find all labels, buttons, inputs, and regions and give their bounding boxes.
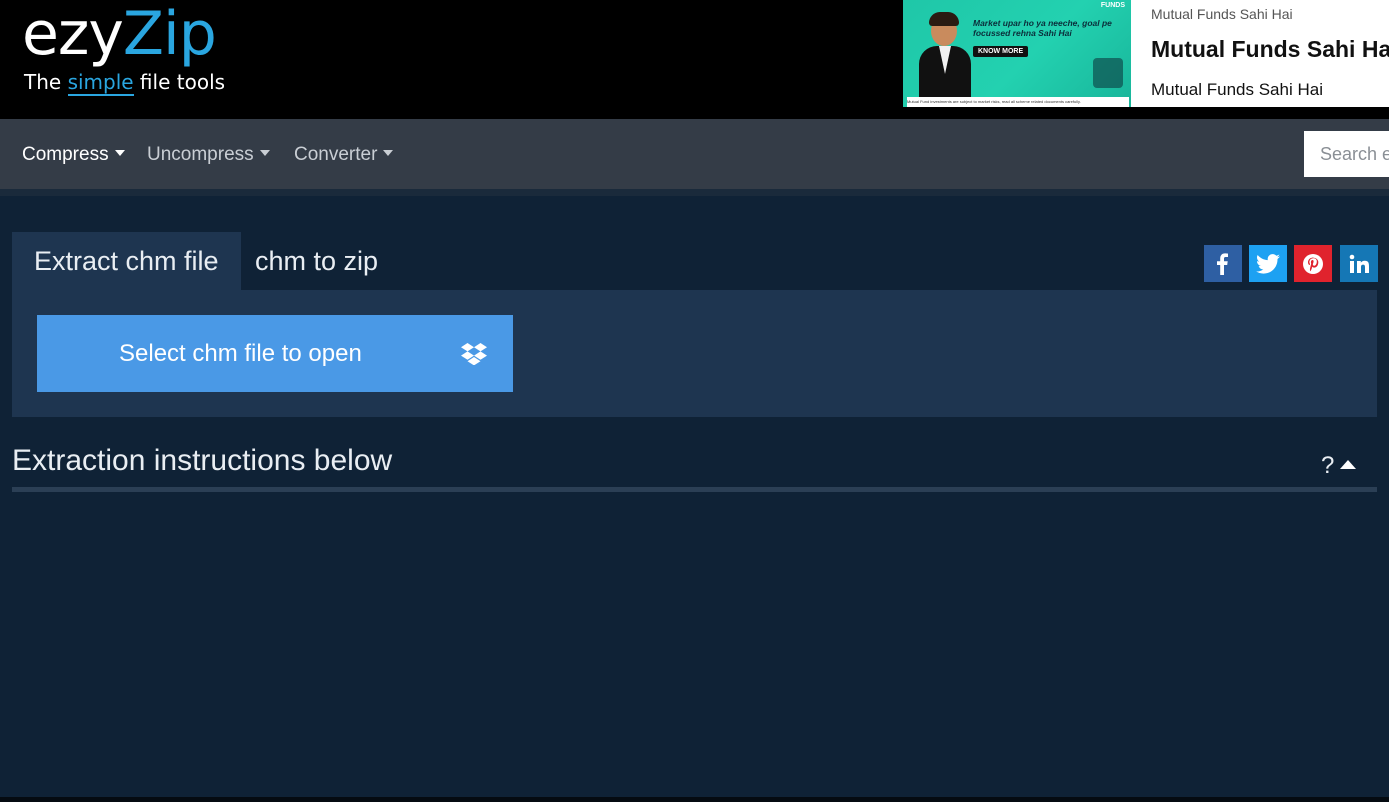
advertisement[interactable]: FUNDS Market upar ho ya neeche, goal pe … [903,0,1389,107]
logo-tagline: The simple file tools [24,70,226,96]
logo-wordmark: ezyZip [22,0,217,69]
twitter-share-button[interactable] [1249,245,1287,282]
facebook-icon [1217,252,1228,275]
bottom-border [0,797,1389,802]
dropbox-icon[interactable] [461,343,487,365]
search-input[interactable] [1304,131,1389,177]
pinterest-share-button[interactable] [1294,245,1332,282]
logo-ezy: ezy [22,0,124,69]
ad-person-illustration [917,10,973,102]
chevron-down-icon [259,150,270,156]
linkedin-share-button[interactable] [1340,245,1378,282]
nav-compress-dropdown[interactable]: Compress [22,143,125,167]
linkedin-icon [1349,254,1369,273]
nav-uncompress-label: Uncompress [147,144,254,165]
ezyzip-logo[interactable]: ezyZip The simple file tools [22,0,242,110]
chevron-down-icon [383,150,394,156]
site-header: ezyZip The simple file tools FUNDS Marke… [0,0,1389,119]
ad-disclaimer: Mutual Fund investments are subject to m… [907,97,1129,107]
select-file-label: Select chm file to open [119,340,362,367]
nav-shadow [0,189,1389,196]
nav-converter-label: Converter [294,144,378,165]
nav-compress-label: Compress [22,144,109,165]
nav-uncompress-dropdown[interactable]: Uncompress [147,143,270,167]
facebook-share-button[interactable] [1204,245,1242,282]
pinterest-icon [1303,253,1323,274]
ad-know-more-button[interactable]: KNOW MORE [973,46,1029,57]
tagline-part-1: The [24,70,68,94]
ad-image[interactable]: FUNDS Market upar ho ya neeche, goal pe … [903,0,1131,107]
ad-sponsor[interactable]: Mutual Funds Sahi Hai [1151,6,1293,22]
tagline-simple: simple [67,70,134,96]
nav-converter-dropdown[interactable]: Converter [294,143,394,167]
ad-image-text: Market upar ho ya neeche, goal pe focuss… [973,18,1112,38]
ad-headline[interactable]: Mutual Funds Sahi Hai [1151,36,1389,63]
tagline-part-2: file tools [133,70,226,94]
ad-description[interactable]: Mutual Funds Sahi Hai [1151,80,1323,100]
select-chm-file-button[interactable]: Select chm file to open [37,315,513,392]
ad-image-brand: FUNDS [1100,2,1125,9]
instructions-divider [12,487,1377,492]
twitter-icon [1256,253,1280,274]
main-nav: Compress Uncompress Converter [0,119,1389,189]
chevron-down-icon [114,150,125,156]
instructions-heading: Extraction instructions below [12,444,393,477]
tab-extract-chm[interactable]: Extract chm file [12,232,241,290]
caret-up-icon[interactable] [1340,460,1356,469]
logo-zip: Zip [122,0,217,69]
ad-camera-illustration [1093,58,1123,88]
tab-chm-to-zip[interactable]: chm to zip [233,232,400,290]
help-toggle[interactable]: ? [1321,452,1334,480]
